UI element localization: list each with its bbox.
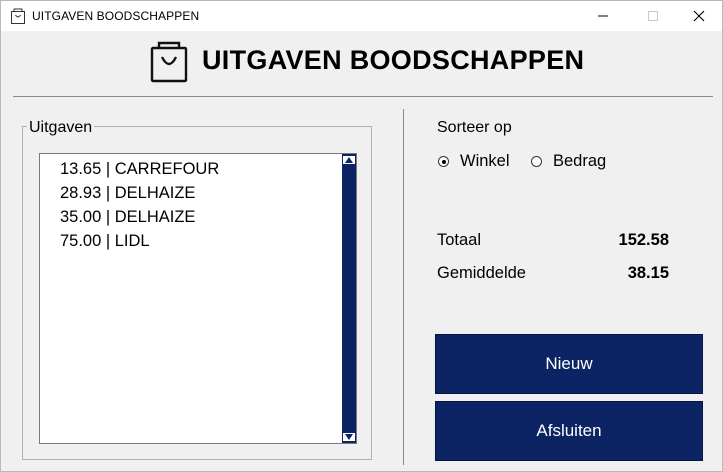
window-title: UITGAVEN BOODSCHAPPEN [32, 9, 200, 23]
arrow-up-icon [345, 157, 353, 163]
maximize-icon [648, 11, 658, 21]
scroll-thumb[interactable] [343, 166, 355, 430]
list-item[interactable]: 28.93 | DELHAIZE [60, 181, 219, 205]
app-window: UITGAVEN BOODSCHAPPEN UITGAVEN BOODSCHAP… [0, 0, 723, 472]
shopping-bag-icon [150, 41, 188, 83]
sort-by-store-radio[interactable]: Winkel [438, 152, 510, 171]
expenses-group-label: Uitgaven [27, 119, 95, 137]
scroll-up-button[interactable] [342, 155, 356, 165]
vertical-scrollbar[interactable] [340, 154, 356, 443]
total-value: 152.58 [618, 231, 669, 249]
radio-checked-icon[interactable] [438, 156, 449, 167]
title-bar[interactable]: UITGAVEN BOODSCHAPPEN [1, 1, 722, 31]
scroll-down-button[interactable] [342, 432, 356, 442]
average-label: Gemiddelde [437, 264, 526, 282]
radio-unchecked-icon[interactable] [531, 156, 542, 167]
close-button[interactable]: Afsluiten [435, 401, 703, 461]
total-label: Totaal [437, 231, 482, 249]
sort-label: Sorteer op [437, 119, 512, 136]
page-title: UITGAVEN BOODSCHAPPEN [202, 45, 585, 75]
minimize-icon [598, 15, 608, 17]
close-window-button[interactable] [676, 1, 722, 31]
arrow-down-icon [345, 434, 353, 440]
expenses-list: 13.65 | CARREFOUR 28.93 | DELHAIZE 35.00… [60, 157, 219, 253]
new-button[interactable]: Nieuw [435, 334, 703, 394]
average-value: 38.15 [627, 264, 669, 282]
radio-label-winkel: Winkel [460, 152, 510, 170]
header-divider [13, 96, 713, 97]
radio-label-bedrag: Bedrag [553, 152, 607, 170]
sort-by-amount-radio[interactable]: Bedrag [531, 152, 606, 171]
app-icon [11, 8, 25, 24]
close-icon [693, 10, 705, 22]
expenses-listbox[interactable]: 13.65 | CARREFOUR 28.93 | DELHAIZE 35.00… [39, 153, 357, 444]
vertical-divider [403, 109, 404, 465]
list-item[interactable]: 13.65 | CARREFOUR [60, 157, 219, 181]
list-item[interactable]: 35.00 | DELHAIZE [60, 205, 219, 229]
minimize-button[interactable] [580, 1, 626, 31]
list-item[interactable]: 75.00 | LIDL [60, 229, 219, 253]
maximize-button[interactable] [630, 1, 676, 31]
